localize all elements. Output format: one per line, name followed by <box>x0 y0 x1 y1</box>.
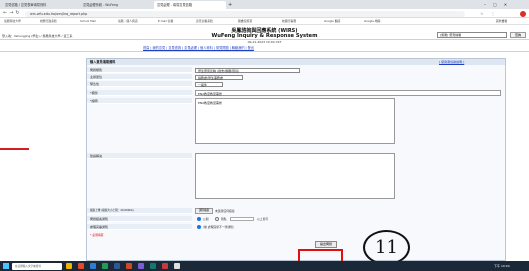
solution-textarea[interactable] <box>195 153 395 199</box>
excel-icon[interactable] <box>102 263 108 269</box>
main-nav[interactable]: 首頁 | 我的意見 | 意見查詢 | 意見處理 | 個人資料 | 常見問題 | … <box>143 45 254 50</box>
bookmark-3[interactable]: School Mail <box>80 18 96 25</box>
window-controls-icon[interactable]: –▢✕ <box>484 0 514 9</box>
browser-tab-bar: 意見信箱 / 意見表單填寫資料 意見處理系統 - WuFeng 意見處理 - 填… <box>0 0 529 9</box>
attachment-filename: 未選擇任何檔案 <box>215 209 235 213</box>
avatar[interactable] <box>520 10 526 17</box>
submit-button[interactable]: 提出問題 <box>315 241 337 248</box>
site-select[interactable]: [吳鳳] 意見信箱 <box>437 32 507 38</box>
teams-icon[interactable] <box>138 263 144 269</box>
browser-tab-1[interactable]: 意見信箱 / 意見表單填寫資料 <box>2 1 78 9</box>
help-link[interactable]: [ 使用者協助說明 ] <box>439 60 464 64</box>
taskbar: 在這裡輸入文字來搜尋 下午 10:04 <box>0 261 529 271</box>
annotation-line <box>0 148 29 150</box>
bookmark-other[interactable]: 其他書籤 <box>496 18 507 25</box>
search-button[interactable]: 查詢 <box>510 32 526 38</box>
bookmark-7[interactable]: 圖書館資源 <box>238 18 252 25</box>
notify-public-radio[interactable] <box>197 217 201 221</box>
powerpoint-icon[interactable] <box>126 263 132 269</box>
inquiry-form: 輸入意見填寫資料 [ 使用者協助說明 ] 問題類別 學生意見反映 (宿舍/餐廳/… <box>86 58 506 261</box>
browser-tab-2[interactable]: 意見處理系統 - WuFeng <box>80 1 152 9</box>
subject-label: *標題 <box>87 90 192 96</box>
contact-text: (無 處理完畢不一律通知) <box>203 225 235 229</box>
subject-input[interactable]: EN2教室教室需修 <box>195 90 501 96</box>
header-divider <box>0 39 529 40</box>
attachment-label: 檔案上傳 (檔案大小上限：20,000kb) <box>87 208 192 214</box>
app-icon-2[interactable] <box>162 263 168 269</box>
chrome-icon[interactable] <box>78 263 84 269</box>
priority-select[interactable]: 一般件 <box>195 81 223 87</box>
back-forward-reload-icon[interactable]: ←→↻ <box>3 9 22 18</box>
word-icon[interactable] <box>114 263 120 269</box>
description-label: *說明 <box>87 98 192 104</box>
notify-all-text: 以上皆可 <box>257 217 269 221</box>
notify-private-radio[interactable] <box>215 217 219 221</box>
edge-icon[interactable] <box>90 263 96 269</box>
browser-menu-icon[interactable]: ☆ ⋮ <box>480 9 498 18</box>
notify-public-text: 公開 <box>203 217 209 221</box>
login-info: 登入為：lishungjing (學生) / 吳鳳科技大學 / 資工系 <box>2 34 73 38</box>
unit-select[interactable]: 總務處/學生事務處 <box>195 74 243 80</box>
category-label: 問題類別 <box>87 67 192 73</box>
app-icon-3[interactable] <box>174 263 180 269</box>
start-icon[interactable] <box>3 263 9 269</box>
taskbar-search-input[interactable]: 在這裡輸入文字來搜尋 <box>12 262 62 270</box>
new-tab-icon[interactable]: + <box>228 1 232 9</box>
bookmark-8[interactable]: 校園行事曆 <box>282 18 296 25</box>
bookmark-5[interactable]: E-mail 信箱 <box>158 18 173 25</box>
notify-extra-input[interactable] <box>230 217 254 221</box>
choose-file-button[interactable]: 選擇檔案 <box>195 208 213 214</box>
unit-label: 主辦單位 <box>87 74 192 80</box>
priority-label: 緊急性 <box>87 81 192 87</box>
bookmark-4[interactable]: 吳鳳 - 個人資訊 <box>118 18 138 25</box>
browser-tab-3[interactable]: 意見處理 - 填寫意見信箱 <box>154 1 226 9</box>
notify-private-text: 隱私 <box>221 217 227 221</box>
app-icon[interactable] <box>150 263 156 269</box>
nav-divider <box>0 51 529 52</box>
solution-label: 建議解決 <box>87 153 192 159</box>
bookmarks-bar: 吳鳳科技大學 校務行政系統 School Mail 吳鳳 - 個人資訊 E-ma… <box>0 18 529 25</box>
bookmark-1[interactable]: 吳鳳科技大學 <box>4 18 21 25</box>
url-field[interactable]: wrs.wfu.edu.tw/wrs/Inq_report.php <box>25 10 465 17</box>
step-number-annotation: 11 <box>363 230 410 265</box>
bookmark-2[interactable]: 校務行政系統 <box>40 18 57 25</box>
bookmark-9[interactable]: Google 翻譯 <box>324 18 340 25</box>
contact-label: 處理完畢通知 <box>87 224 192 230</box>
description-textarea[interactable]: EN2教室教室需修 <box>195 98 395 144</box>
bookmark-10[interactable]: Google 地圖 <box>364 18 380 25</box>
taskbar-clock: 下午 10:04 <box>494 264 510 268</box>
contact-radio[interactable] <box>197 225 201 229</box>
page-content: 吳鳳諮詢與回應系統 (WIRS) WuFeng Inquiry & Respon… <box>0 25 529 265</box>
notify-label: 問題結案通知 <box>87 216 192 222</box>
required-note: * 必須填寫 <box>90 233 104 237</box>
file-explorer-icon[interactable] <box>66 263 72 269</box>
datetime: 09-21-2023 10:04 CST <box>247 40 282 44</box>
category-select[interactable]: 學生意見反映 (宿舍/餐廳/環境) <box>195 67 300 73</box>
bookmark-6[interactable]: 意見信箱系統 <box>196 18 213 25</box>
address-bar: ←→↻ wrs.wfu.edu.tw/wrs/Inq_report.php ☆ … <box>0 9 529 18</box>
